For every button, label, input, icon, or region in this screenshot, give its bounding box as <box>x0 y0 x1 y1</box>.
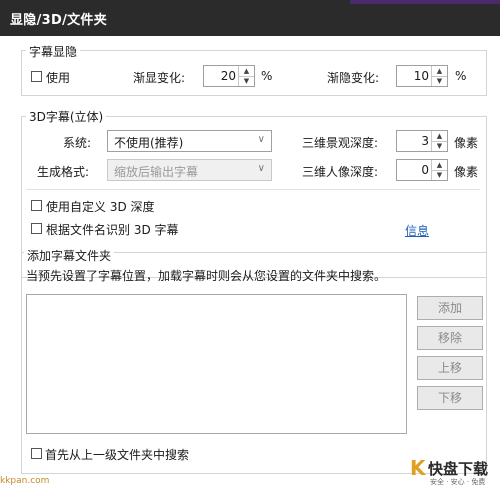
fade-group-legend: 字幕显隐 <box>26 43 81 60</box>
use-fade-checkbox[interactable] <box>31 71 42 82</box>
scene-depth-down-icon[interactable]: ▼ <box>432 141 447 151</box>
system-value: 不使用(推荐) <box>114 136 184 150</box>
add-button[interactable]: 添加 <box>417 296 483 320</box>
scene-depth-label: 三维景观深度: <box>302 136 379 150</box>
chevron-down-icon: ∨ <box>257 163 265 174</box>
folders-group-legend: 添加字幕文件夹 <box>24 247 115 264</box>
remove-button[interactable]: 移除 <box>417 326 483 350</box>
fade-in-label: 渐显变化: <box>133 71 186 85</box>
fade-in-value: 20 <box>220 69 236 83</box>
custom-depth-checkbox[interactable] <box>31 200 42 211</box>
filename-detect-checkbox[interactable] <box>31 223 42 234</box>
use-fade-label: 使用 <box>46 71 71 85</box>
filename-detect-label: 根据文件名识别 3D 字幕 <box>46 223 179 237</box>
dialog-panel: 字幕显隐 使用 渐显变化: 20 ▲ ▼ % 渐隐变化: 10 ▲ ▼ % 3D字幕… <box>0 36 500 488</box>
format-label: 生成格式: <box>37 165 90 179</box>
folders-description: 当预先设置了字幕位置，加载字幕时则会从您设置的文件夹中搜索。 <box>26 269 387 283</box>
folder-list[interactable] <box>26 294 407 434</box>
divider <box>26 189 480 190</box>
first-search-checkbox[interactable] <box>31 448 42 459</box>
info-link[interactable]: 信息 <box>405 222 429 239</box>
person-depth-value: 0 <box>421 163 429 177</box>
scene-depth-unit: 像素 <box>454 136 479 150</box>
format-value: 缩放后输出字幕 <box>114 165 199 179</box>
move-down-button[interactable]: 下移 <box>417 386 483 410</box>
brand-name: 快盘下载 <box>428 460 489 478</box>
fade-in-down-icon[interactable]: ▼ <box>239 76 254 86</box>
custom-depth-label: 使用自定义 3D 深度 <box>46 200 155 214</box>
site-watermark: kkpan.com <box>0 476 50 486</box>
fade-out-label: 渐隐变化: <box>327 71 380 85</box>
format-select[interactable]: 缩放后输出字幕 ∨ <box>107 159 272 181</box>
brand-logo-icon: K <box>410 456 426 480</box>
fade-out-stepper[interactable]: 10 ▲ ▼ <box>396 65 448 87</box>
chevron-down-icon: ∨ <box>257 134 265 145</box>
window-title: 显隐/3D/文件夹 <box>10 13 108 28</box>
first-search-label: 首先从上一级文件夹中搜索 <box>45 448 190 462</box>
fade-out-unit: % <box>455 69 467 83</box>
3d-group-legend: 3D字幕(立体) <box>26 108 107 125</box>
move-up-button[interactable]: 上移 <box>417 356 483 380</box>
brand-tagline: 安全 · 安心 · 免费 <box>430 478 486 486</box>
fade-in-stepper[interactable]: 20 ▲ ▼ <box>203 65 255 87</box>
fade-in-unit: % <box>261 69 273 83</box>
fade-out-value: 10 <box>413 69 429 83</box>
title-accent-strip <box>350 0 500 4</box>
scene-depth-value: 3 <box>421 134 429 148</box>
system-select[interactable]: 不使用(推荐) ∨ <box>107 130 272 152</box>
person-depth-stepper[interactable]: 0 ▲ ▼ <box>396 159 448 181</box>
person-depth-label: 三维人像深度: <box>302 165 379 179</box>
system-label: 系统: <box>63 136 92 150</box>
person-depth-down-icon[interactable]: ▼ <box>432 170 447 180</box>
title-bar: 显隐/3D/文件夹 <box>0 0 500 36</box>
fade-out-down-icon[interactable]: ▼ <box>432 76 447 86</box>
person-depth-unit: 像素 <box>454 165 479 179</box>
scene-depth-stepper[interactable]: 3 ▲ ▼ <box>396 130 448 152</box>
